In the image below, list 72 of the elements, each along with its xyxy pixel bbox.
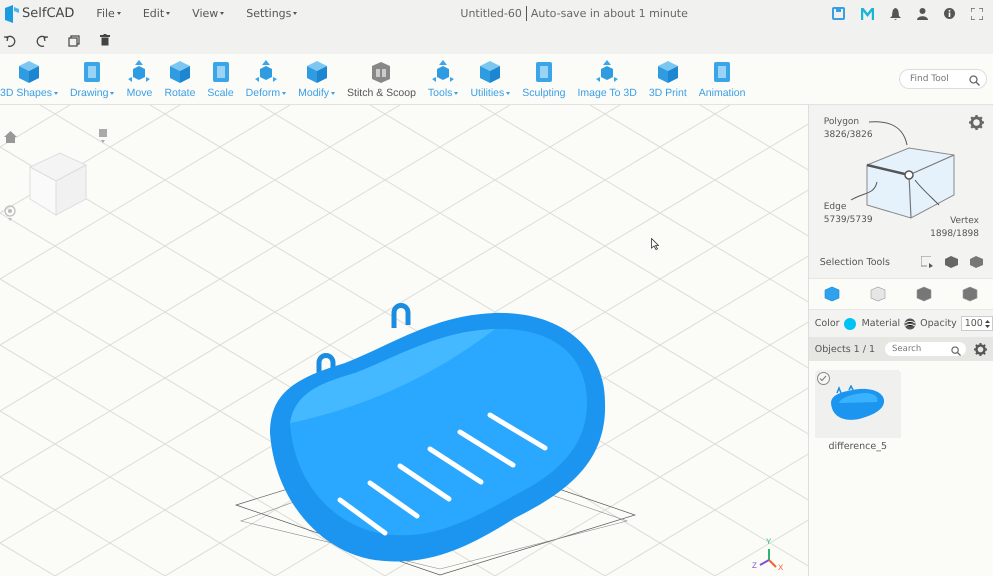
edge-count: 5739/5739: [824, 215, 873, 225]
tool-button[interactable]: Stitch & Scoop: [347, 59, 416, 99]
move-arrows-icon: [126, 59, 152, 85]
polygon-label: Polygon: [824, 117, 860, 127]
app-name: SelfCAD: [22, 6, 74, 21]
opacity-label: Opacity: [920, 318, 957, 329]
cube-icon: [824, 286, 840, 302]
axis-label: Z: [752, 561, 757, 570]
cube-icon: [916, 286, 932, 302]
redo-icon[interactable]: [36, 34, 48, 46]
tool-button[interactable]: Rotate: [164, 59, 196, 99]
axis-label: Y: [766, 537, 772, 546]
fullscreen-icon[interactable]: [971, 8, 983, 20]
material-label: Material: [862, 318, 900, 329]
logo-icon: [4, 4, 20, 22]
find-tool-field[interactable]: Find Tool: [899, 69, 987, 89]
polygon-count: 3826/3826: [824, 130, 873, 140]
checkmark-icon: [819, 375, 828, 382]
soap-dish-thumbnail: [828, 385, 887, 423]
selection-tools-label: Selection Tools: [820, 256, 890, 268]
tool-button[interactable]: Scale: [207, 59, 234, 99]
selection-mode-button[interactable]: [914, 284, 934, 304]
search-icon: [969, 75, 980, 86]
document-title: Untitled-60: [460, 7, 522, 20]
home-icon[interactable]: [4, 131, 17, 143]
menu-item[interactable]: View: [186, 7, 230, 20]
tool-button[interactable]: Utilities: [470, 59, 510, 99]
cube-icon: [870, 286, 886, 302]
selection-mode-button[interactable]: [822, 284, 842, 304]
cube-select-icon[interactable]: [945, 256, 958, 268]
tool-button[interactable]: Sculpting: [522, 59, 566, 99]
trash-icon[interactable]: [100, 34, 110, 47]
vertex-label: Vertex: [950, 216, 979, 226]
undo-icon[interactable]: [4, 34, 16, 46]
search-icon: [951, 346, 961, 356]
bell-icon[interactable]: [890, 8, 901, 20]
tool-button[interactable]: Image To 3D: [577, 59, 637, 99]
stepper-arrows-icon[interactable]: [984, 318, 990, 328]
settings-icon[interactable]: [974, 342, 987, 356]
selection-mode-button[interactable]: [960, 284, 980, 304]
objects-count: Objects 1 / 1: [814, 344, 875, 354]
object-card[interactable]: difference_5: [814, 370, 901, 456]
box-select-icon[interactable]: [921, 256, 933, 268]
tool-button[interactable]: Deform: [246, 59, 286, 99]
save-icon[interactable]: [832, 7, 845, 20]
vertex-count: 1898/1898: [930, 229, 979, 239]
tool-button[interactable]: Animation: [698, 59, 746, 99]
mouse-cursor-icon: [651, 238, 659, 250]
checkbox[interactable]: [816, 372, 830, 385]
color-swatch[interactable]: [844, 318, 856, 330]
axis-label: X: [778, 563, 784, 572]
edge-label: Edge: [824, 202, 848, 212]
color-label: Color: [814, 318, 840, 329]
tool-button[interactable]: Move: [126, 59, 152, 99]
info-icon[interactable]: [944, 8, 955, 19]
object-search-field[interactable]: Search: [885, 342, 966, 356]
tool-button[interactable]: Tools: [428, 59, 458, 99]
copy-icon[interactable]: [68, 34, 80, 46]
cube-icon: [962, 286, 978, 302]
tool-button[interactable]: Modify: [298, 59, 336, 99]
tool-button[interactable]: 3D Print: [648, 59, 687, 99]
tool-button[interactable]: Drawing: [70, 59, 114, 99]
material-sphere-icon[interactable]: [904, 318, 916, 330]
settings-icon[interactable]: [969, 115, 984, 130]
autosave-status: Auto-save in about 1 minute: [530, 7, 688, 20]
cube-select-icon[interactable]: [970, 256, 983, 268]
tool-button[interactable]: 3D Shapes: [0, 59, 58, 99]
menu-item[interactable]: File: [90, 7, 127, 20]
user-icon[interactable]: [917, 8, 928, 20]
menu-item[interactable]: Settings: [240, 7, 304, 20]
opacity-stepper[interactable]: 100: [960, 316, 993, 331]
menu-item[interactable]: Edit: [136, 7, 176, 20]
